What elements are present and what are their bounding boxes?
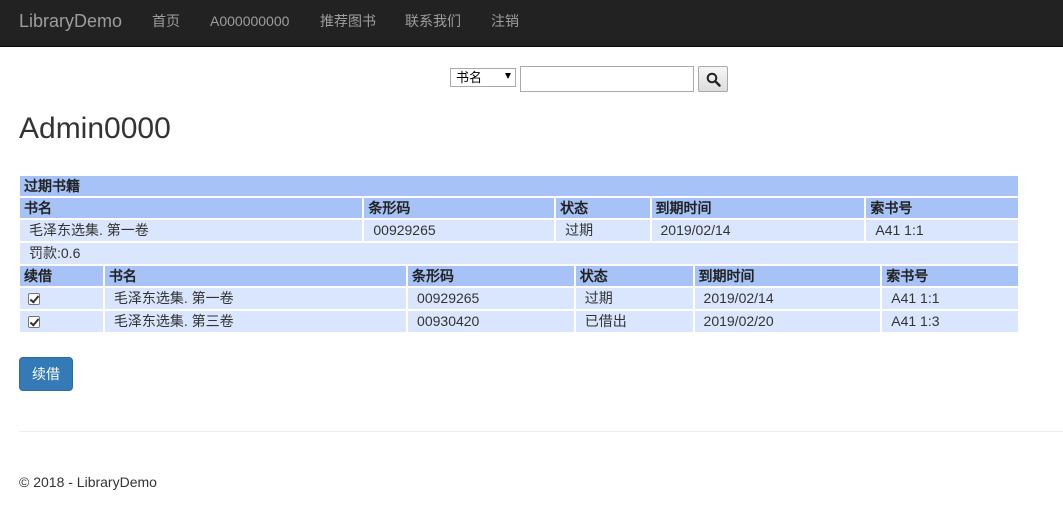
- status-cell: 过期: [575, 288, 693, 309]
- column-header: 索书号: [866, 198, 1018, 218]
- call-number-cell: A41 1:1: [882, 288, 1018, 309]
- chevron-down-icon: [505, 73, 511, 79]
- barcode-cell: 00930420: [408, 311, 574, 332]
- column-header: 书名: [20, 198, 363, 218]
- renew-button[interactable]: 续借: [19, 357, 73, 391]
- column-header: 条形码: [408, 266, 574, 286]
- overdue-table-caption: 过期书籍: [20, 176, 1018, 196]
- nav-recommended-books[interactable]: 推荐图书: [320, 13, 376, 29]
- column-header: 索书号: [882, 266, 1018, 286]
- column-header: 续借: [20, 266, 103, 286]
- renew-checkbox[interactable]: [28, 293, 40, 306]
- book-title-cell: 毛泽东选集. 第三卷: [104, 311, 407, 332]
- barcode-cell: 00929265: [364, 220, 555, 241]
- call-number-cell: A41 1:1: [866, 220, 1018, 241]
- book-title-cell: 毛泽东选集. 第一卷: [104, 288, 407, 309]
- table-row: 毛泽东选集. 第一卷 00929265 过期 2019/02/14 A41 1:…: [20, 288, 1018, 309]
- status-cell: 过期: [556, 220, 650, 241]
- footer-copyright: © 2018 - LibraryDemo: [19, 474, 157, 490]
- fine-amount: 罚款:0.6: [20, 243, 1018, 264]
- nav-home[interactable]: 首页: [152, 13, 180, 29]
- navbar: LibraryDemo 首页 A000000000 推荐图书 联系我们 注销: [0, 0, 1063, 47]
- search-field-select[interactable]: 书名: [450, 68, 516, 87]
- column-header: 状态: [556, 198, 650, 218]
- nav-logout[interactable]: 注销: [491, 13, 519, 29]
- renew-checkbox[interactable]: [28, 316, 40, 329]
- table-row: 毛泽东选集. 第一卷 00929265 过期 2019/02/14 A41 1:…: [20, 220, 1018, 241]
- call-number-cell: A41 1:3: [882, 311, 1018, 332]
- search-field-select-value: 书名: [456, 70, 483, 85]
- status-cell: 已借出: [575, 311, 693, 332]
- overdue-books-table: 过期书籍 书名 条形码 状态 到期时间 索书号 毛泽东选集. 第一卷 00929…: [18, 174, 1020, 266]
- renew-checkbox-cell: [20, 288, 103, 309]
- column-header: 书名: [104, 266, 407, 286]
- due-date-cell: 2019/02/14: [651, 220, 865, 241]
- column-header: 条形码: [364, 198, 555, 218]
- due-date-cell: 2019/02/14: [694, 288, 881, 309]
- search-input[interactable]: [520, 66, 694, 92]
- column-header: 到期时间: [694, 266, 881, 286]
- page-title: Admin0000: [19, 112, 171, 145]
- borrowed-books-table: 续借 书名 条形码 状态 到期时间 索书号 毛泽东选集. 第一卷 0092926…: [18, 264, 1020, 334]
- renew-checkbox-cell: [20, 311, 103, 332]
- column-header: 状态: [575, 266, 693, 286]
- brand-link[interactable]: LibraryDemo: [19, 11, 122, 31]
- nav-contact[interactable]: 联系我们: [405, 13, 461, 29]
- column-header: 到期时间: [651, 198, 865, 218]
- nav-user-account[interactable]: A000000000: [210, 13, 289, 29]
- due-date-cell: 2019/02/20: [694, 311, 881, 332]
- search-button[interactable]: [698, 66, 728, 92]
- search-icon: [706, 72, 721, 87]
- barcode-cell: 00929265: [408, 288, 574, 309]
- table-row: 毛泽东选集. 第三卷 00930420 已借出 2019/02/20 A41 1…: [20, 311, 1018, 332]
- footer-divider: [19, 431, 1063, 432]
- book-title-cell: 毛泽东选集. 第一卷: [20, 220, 363, 241]
